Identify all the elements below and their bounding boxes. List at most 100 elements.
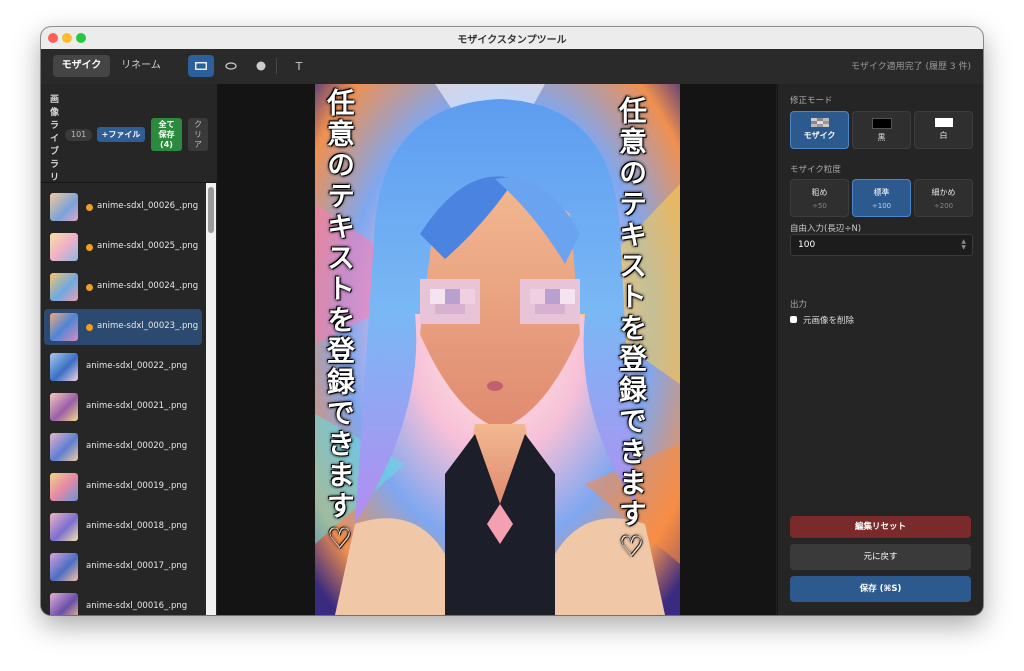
file-thumbnail [50,273,78,301]
image-count-badge: 101 [65,129,93,141]
file-name: anime-sdxl_00021_.png [86,401,188,411]
save-all-count: (4) [160,139,173,149]
file-list-item[interactable]: anime-sdxl_00018_.png [44,509,202,545]
canvas-area[interactable]: 任意のテキストを登録できます♡ 任意のテキストを登録できます♡ [218,84,776,615]
file-list-item[interactable]: anime-sdxl_00021_.png [44,389,202,425]
tab-mosaic[interactable]: モザイク [53,55,110,77]
file-thumbnail [50,593,78,615]
mode-mosaic-button[interactable]: モザイク [790,111,849,149]
app-window: モザイクスタンプツール モザイク リネーム T モザイク適用完了 (履歴 3 件… [41,27,983,615]
output-section-label: 出力 [790,300,808,310]
clear-label-1: ク [194,119,202,129]
file-name: anime-sdxl_00017_.png [86,561,188,571]
stepper-arrows-icon[interactable]: ▲ ▼ [961,239,966,251]
window-title: モザイクスタンプツール [457,35,567,46]
file-list-scrollbar[interactable] [206,183,216,615]
white-swatch-icon [934,118,953,127]
modified-indicator [86,324,93,331]
modified-indicator [86,284,93,291]
granularity-fine-value: ÷200 [933,202,954,210]
granularity-number-input[interactable]: 100 ▲ ▼ [790,234,973,256]
mosaic-icon [810,118,829,127]
file-list-item[interactable]: anime-sdxl_00026_.png [44,189,202,225]
tab-rename[interactable]: リネーム [113,55,169,77]
edited-image[interactable]: 任意のテキストを登録できます♡ 任意のテキストを登録できます♡ [315,84,680,615]
rectangle-icon [195,62,207,70]
overlay-text-left[interactable]: 任意のテキストを登録できます♡ [323,88,356,608]
mode-mosaic-label: モザイク [803,131,836,140]
file-list-item[interactable]: anime-sdxl_00020_.png [44,429,202,465]
mode-black-label: 黒 [877,133,886,142]
library-header: 画像ライブラリ 101 +ファイル 全て 保存 (4) ク リ ア [41,84,217,183]
ellipse-tool-button[interactable] [218,55,244,77]
file-list: anime-sdxl_00026_.png anime-sdxl_00025_.… [41,183,204,615]
file-list-item[interactable]: anime-sdxl_00016_.png [44,589,202,615]
mode-black-button[interactable]: 黒 [852,111,911,149]
clear-label-3: ア [194,139,202,149]
undo-button[interactable]: 元に戻す [790,544,971,570]
clear-label-2: リ [194,129,202,139]
file-thumbnail [50,233,78,261]
file-list-item-selected[interactable]: anime-sdxl_00023_.png [44,309,202,345]
granularity-standard-button[interactable]: 標準 ÷100 [852,179,911,217]
file-thumbnail [50,553,78,581]
file-thumbnail [50,313,78,341]
granularity-coarse-button[interactable]: 粗め ÷50 [790,179,849,217]
rectangle-tool-button[interactable] [188,55,214,77]
file-list-item[interactable]: anime-sdxl_00024_.png [44,269,202,305]
toolbar: モザイク リネーム T モザイク適用完了 (履歴 3 件) [41,49,983,85]
reset-edit-button[interactable]: 編集リセット [790,516,971,538]
save-all-label-line2: 保存 [158,129,175,139]
library-title: 画像ライブラリ [49,95,59,183]
text-tool-button[interactable]: T [286,55,312,77]
black-swatch-icon [871,118,892,129]
granularity-input-value: 100 [798,240,816,250]
file-thumbnail [50,513,78,541]
status-text: モザイク適用完了 (履歴 3 件) [850,62,971,72]
file-thumbnail [50,393,78,421]
file-name: anime-sdxl_00019_.png [86,481,188,491]
granularity-coarse-value: ÷50 [812,202,827,210]
text-icon: T [295,59,303,73]
image-library-sidebar: 画像ライブラリ 101 +ファイル 全て 保存 (4) ク リ ア anime-… [41,84,218,615]
delete-original-label: 元画像を削除 [803,316,855,326]
settings-panel: 修正モード モザイク 黒 白 モザイク粒度 粗め ÷50 標準 ÷100 細かめ… [777,84,983,615]
file-list-scroll-thumb[interactable] [208,187,214,233]
clear-button[interactable]: ク リ ア [188,118,208,151]
file-name: anime-sdxl_00024_.png [97,281,199,291]
free-input-label: 自由入力(長辺÷N) [790,224,862,234]
granularity-fine-button[interactable]: 細かめ ÷200 [914,179,973,217]
delete-original-checkbox[interactable] [790,316,797,323]
file-thumbnail [50,193,78,221]
file-name: anime-sdxl_00025_.png [97,241,199,251]
granularity-standard-label: 標準 [873,188,890,197]
file-thumbnail [50,353,78,381]
file-name: anime-sdxl_00018_.png [86,521,188,531]
file-thumbnail [50,473,78,501]
granularity-fine-label: 細かめ [931,188,956,197]
file-list-item[interactable]: anime-sdxl_00022_.png [44,349,202,385]
title-bar: モザイクスタンプツール [41,27,983,50]
file-list-item[interactable]: anime-sdxl_00019_.png [44,469,202,505]
file-name: anime-sdxl_00026_.png [97,201,199,211]
file-name: anime-sdxl_00020_.png [86,441,188,451]
mode-white-label: 白 [939,131,948,140]
save-all-button[interactable]: 全て 保存 (4) [151,118,182,151]
overlay-text-right[interactable]: 任意のテキストを登録できます♡ [615,96,648,608]
toolbar-divider [276,58,277,74]
mode-white-button[interactable]: 白 [914,111,973,149]
modified-indicator [86,204,93,211]
save-all-label-line1: 全て [158,119,175,129]
ellipse-icon [225,62,237,70]
granularity-standard-value: ÷100 [871,202,892,210]
granularity-section-label: モザイク粒度 [790,165,841,175]
file-list-item[interactable]: anime-sdxl_00025_.png [44,229,202,265]
add-file-button[interactable]: +ファイル [97,127,145,142]
file-name: anime-sdxl_00016_.png [86,601,188,611]
save-button[interactable]: 保存 (⌘S) [790,576,971,602]
circle-tool-button[interactable] [248,55,274,77]
file-list-item[interactable]: anime-sdxl_00017_.png [44,549,202,585]
file-thumbnail [50,433,78,461]
file-name: anime-sdxl_00023_.png [97,321,199,331]
mode-section-label: 修正モード [790,96,833,106]
